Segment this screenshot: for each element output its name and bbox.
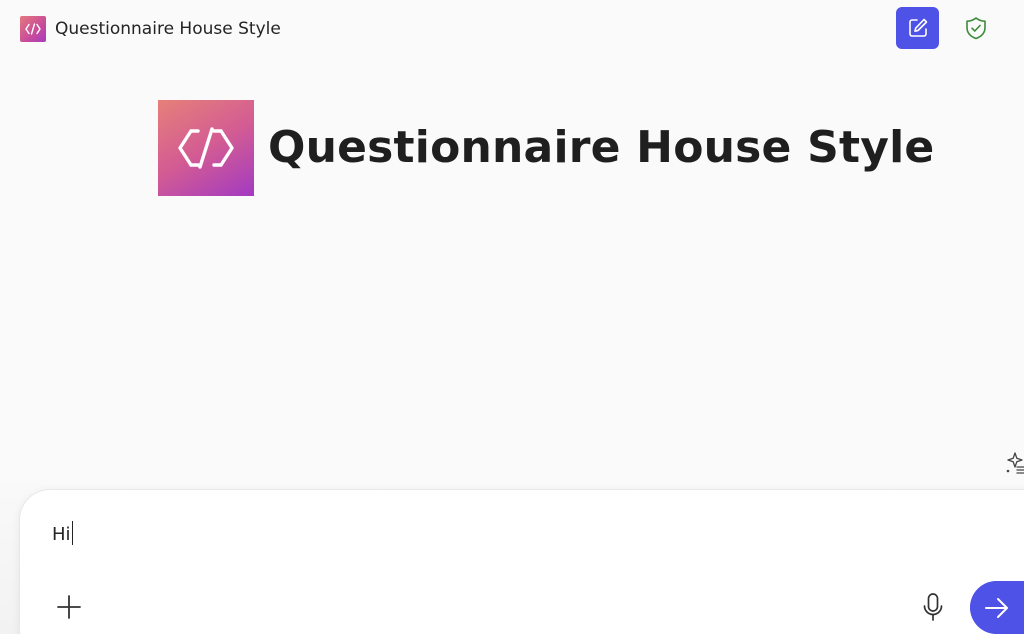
microphone-icon [923,593,943,621]
shield-check-button[interactable] [962,14,990,42]
arrow-right-icon [985,598,1008,618]
hero-logo-icon [158,100,254,196]
app-title: Questionnaire House Style [55,19,281,39]
microphone-button[interactable] [918,591,948,623]
message-input-text: Hi [52,524,71,545]
copilot-page: Questionnaire House Style Questionnaire … [0,0,1024,634]
hero-title: Questionnaire House Style [268,122,935,173]
add-attachment-button[interactable] [54,592,84,622]
top-bar: Questionnaire House Style [0,0,1024,56]
text-caret [71,521,74,545]
message-input[interactable]: Hi [52,521,872,549]
plus-icon [57,595,81,619]
new-chat-button[interactable] [896,7,939,49]
shield-check-icon [966,17,986,40]
app-logo-icon [20,16,46,42]
compose-icon [909,18,928,37]
send-button[interactable] [970,581,1024,634]
chat-composer [20,490,1024,634]
